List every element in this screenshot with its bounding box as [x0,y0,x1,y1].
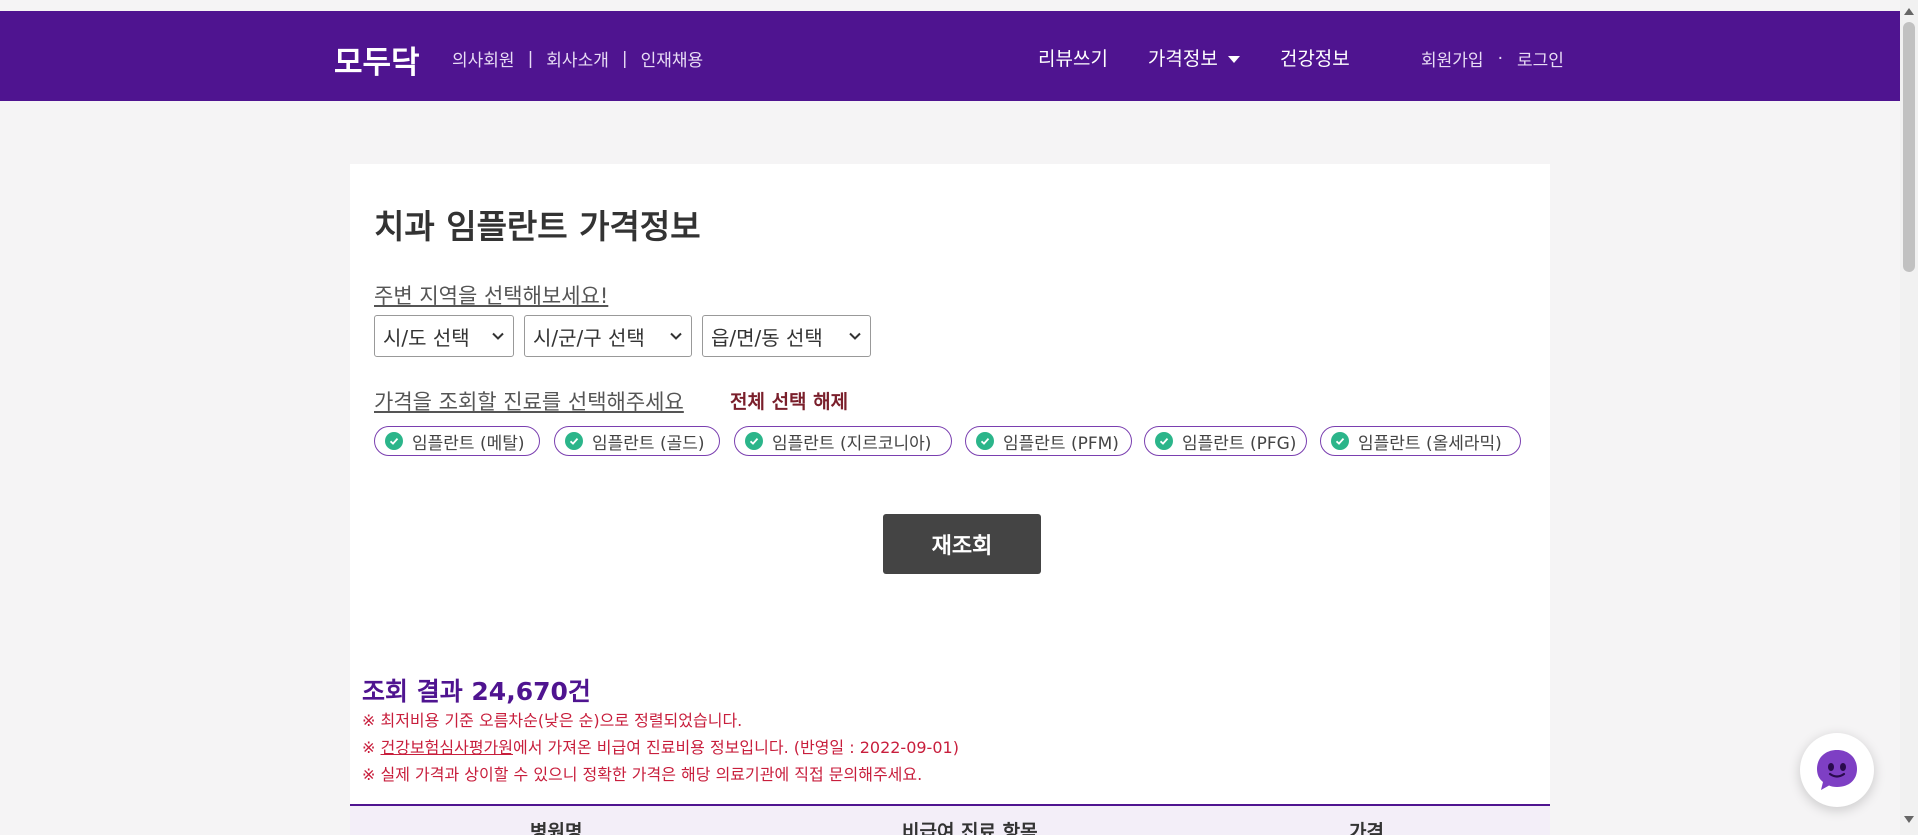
chevron-down-icon [670,332,682,340]
note-sort-order: ※ 최저비용 기준 오름차순(낮은 순)으로 정렬되었습니다. [362,711,743,730]
note-data-source: ※ 건강보험심사평가원에서 가져온 비급여 진료비용 정보입니다. (반영일 :… [362,734,959,761]
results-table-header: 병원명 비급여 진료 항목 가격 [350,804,1550,835]
chip-label: 임플란트 (지르코니아) [772,433,932,454]
chip-implant-zirconia[interactable]: 임플란트 (지르코니아) [734,426,952,456]
eupmyeondong-select-value: 읍/면/동 선택 [711,325,823,350]
scroll-down-arrow-icon[interactable] [1904,816,1914,823]
sido-select[interactable]: 시/도 선택 [374,315,514,357]
check-circle-icon [976,432,994,450]
result-notes: ※ 최저비용 기준 오름차순(낮은 순)으로 정렬되었습니다. ※ 건강보험심사… [362,707,959,788]
deselect-all-button[interactable]: 전체 선택 해제 [730,387,848,414]
top-strip [0,0,1900,11]
chat-bot-icon [1817,750,1857,790]
eupmyeondong-select[interactable]: 읍/면/동 선택 [702,315,871,357]
caret-down-icon [1227,56,1240,63]
column-hospital-name: 병원명 [530,821,583,835]
chip-label: 임플란트 (PFG) [1182,433,1297,454]
chip-implant-gold[interactable]: 임플란트 (골드) [554,426,720,456]
account-links: 회원가입 · 로그인 [1421,46,1564,72]
dot-separator: · [1497,48,1503,69]
careers-link[interactable]: 인재채용 [641,46,704,71]
nav-health-info[interactable]: 건강정보 [1280,44,1350,71]
scrollbar-thumb[interactable] [1903,22,1915,272]
result-count-title: 조회 결과 24,670건 [362,677,591,706]
chip-label: 임플란트 (골드) [592,433,705,454]
chip-implant-pfm[interactable]: 임플란트 (PFM) [965,426,1132,456]
chip-implant-all-ceramic[interactable]: 임플란트 (올세라믹) [1320,426,1521,456]
requery-button[interactable]: 재조회 [883,514,1041,574]
check-circle-icon [1155,432,1173,450]
check-circle-icon [385,432,403,450]
company-intro-link[interactable]: 회사소개 [546,46,609,71]
chip-label: 임플란트 (PFM) [1003,433,1119,454]
chevron-down-icon [492,332,504,340]
sido-select-value: 시/도 선택 [383,325,470,350]
price-info-card: 치과 임플란트 가격정보 주변 지역을 선택해보세요! 시/도 선택 시/군/구… [350,164,1550,835]
login-link[interactable]: 로그인 [1517,46,1564,71]
main-nav: 리뷰쓰기 가격정보 건강정보 [1038,44,1350,71]
doctor-member-link[interactable]: 의사회원 [452,46,515,71]
chip-label: 임플란트 (메탈) [412,433,525,454]
signup-link[interactable]: 회원가입 [1421,46,1484,71]
nav-price-info[interactable]: 가격정보 [1148,44,1240,71]
column-treatment-item: 비급여 진료 항목 [902,821,1038,835]
chip-label: 임플란트 (올세라믹) [1358,433,1502,454]
note-source-text: 에서 가져온 비급여 진료비용 정보입니다. (반영일 : 2022-09-01… [512,738,959,757]
region-prompt: 주변 지역을 선택해보세요! [374,284,609,308]
sigungu-select-value: 시/군/구 선택 [533,325,645,350]
check-circle-icon [565,432,583,450]
check-circle-icon [745,432,763,450]
hira-link[interactable]: 건강보험심사평가원 [381,738,513,757]
top-navbar: 모두닥 의사회원 | 회사소개 | 인재채용 리뷰쓰기 가격정보 건강정보 회원… [0,11,1900,101]
separator: | [621,48,628,69]
scroll-up-arrow-icon[interactable] [1904,8,1914,15]
note-prefix: ※ [362,738,381,757]
separator: | [527,48,534,69]
note-disclaimer: ※ 실제 가격과 상이할 수 있으니 정확한 가격은 해당 의료기관에 직접 문… [362,765,923,784]
chip-implant-metal[interactable]: 임플란트 (메탈) [374,426,540,456]
column-price: 가격 [1349,821,1384,835]
sigungu-select[interactable]: 시/군/구 선택 [524,315,692,357]
treatment-prompt: 가격을 조회할 진료를 선택해주세요 [374,390,684,414]
nav-price-info-label: 가격정보 [1147,48,1218,70]
chip-implant-pfg[interactable]: 임플란트 (PFG) [1144,426,1307,456]
logo[interactable]: 모두닥 [334,37,420,82]
page-title: 치과 임플란트 가격정보 [374,207,701,246]
sub-links: 의사회원 | 회사소개 | 인재채용 [452,46,704,72]
page-root: 모두닥 의사회원 | 회사소개 | 인재채용 리뷰쓰기 가격정보 건강정보 회원… [0,0,1918,835]
chevron-down-icon [849,332,861,340]
chat-bot-button[interactable] [1800,733,1874,807]
check-circle-icon [1331,432,1349,450]
nav-write-review[interactable]: 리뷰쓰기 [1038,44,1108,71]
